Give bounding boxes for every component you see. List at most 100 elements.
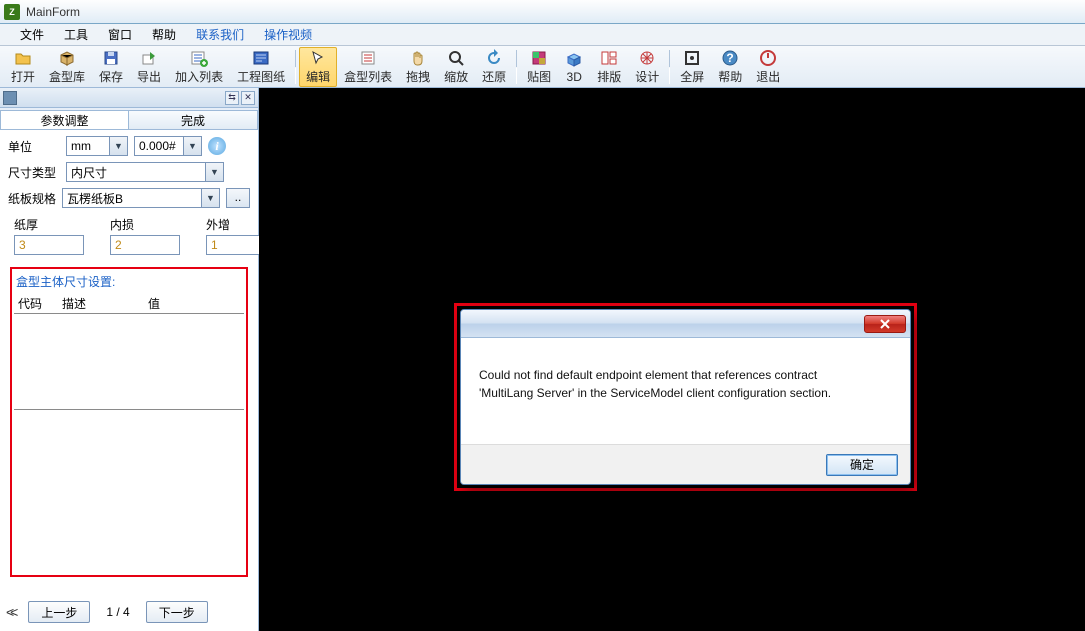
toolbar-help-button[interactable]: ?帮助	[711, 47, 749, 87]
toolbar-label: 导出	[137, 68, 161, 85]
toolbar-label: 设计	[635, 68, 659, 85]
thickness-label: 纸厚	[14, 216, 84, 233]
toolbar-fullscreen-button[interactable]: 全屏	[673, 47, 711, 87]
toolbar-label: 帮助	[718, 68, 742, 85]
tabs: 参数调整 完成	[0, 108, 258, 130]
toolbar-boxlist-button[interactable]: 盒型列表	[337, 47, 399, 87]
disk-icon	[102, 49, 120, 67]
board-select[interactable]	[62, 188, 202, 208]
panel-icon	[3, 91, 17, 105]
error-dialog: Could not find default endpoint element …	[460, 309, 911, 485]
toolbar-boxlib-button[interactable]: 盒型库	[42, 47, 92, 87]
toolbar-label: 盒型库	[49, 68, 85, 85]
chevron-down-icon[interactable]: ▼	[184, 136, 202, 156]
toolbar-label: 退出	[756, 68, 780, 85]
toolbar-label: 盒型列表	[344, 68, 392, 85]
zoom-icon	[447, 49, 465, 67]
help-icon: ?	[721, 49, 739, 67]
sidebar-header: ⇆ ✕	[0, 88, 258, 108]
wizard-first-icon[interactable]: <<	[6, 604, 18, 620]
toolbar-label: 还原	[482, 68, 506, 85]
toolbar-addlist-button[interactable]: 加入列表	[168, 47, 230, 87]
title-bar: Z MainForm	[0, 0, 1085, 24]
panel-pin-icon[interactable]: ⇆	[225, 91, 239, 105]
box-icon	[58, 49, 76, 67]
toolbar-3d-button[interactable]: 3D	[558, 47, 590, 87]
toolbar-engdraw-button[interactable]: 工程图纸	[230, 47, 292, 87]
viewport[interactable]: Could not find default endpoint element …	[259, 88, 1085, 631]
toolbar-label: 拖拽	[406, 68, 430, 85]
thickness-input[interactable]	[14, 235, 84, 255]
toolbar-label: 贴图	[527, 68, 551, 85]
texture-icon	[530, 49, 548, 67]
wizard-next-button[interactable]: 下一步	[146, 601, 208, 623]
addlist-icon	[190, 49, 208, 67]
board-label: 纸板规格	[8, 190, 56, 207]
toolbar-export-button[interactable]: 导出	[130, 47, 168, 87]
innerloss-label: 内损	[110, 216, 180, 233]
toolbar-restore-button[interactable]: 还原	[475, 47, 513, 87]
toolbar-edit-button[interactable]: 编辑	[299, 47, 337, 87]
layout-icon	[600, 49, 618, 67]
exit-icon	[759, 49, 777, 67]
dialog-titlebar[interactable]	[461, 310, 910, 338]
toolbar-separator	[295, 50, 296, 84]
chevron-down-icon[interactable]: ▼	[206, 162, 224, 182]
board-browse-button[interactable]: ..	[226, 188, 250, 208]
chevron-down-icon[interactable]: ▼	[110, 136, 128, 156]
cube-icon	[565, 51, 583, 69]
folder-icon	[14, 49, 32, 67]
wizard-prev-button[interactable]: 上一步	[28, 601, 90, 623]
dimtype-label: 尺寸类型	[8, 164, 60, 181]
toolbar-label: 加入列表	[175, 68, 223, 85]
toolbar-design-button[interactable]: 设计	[628, 47, 666, 87]
params-panel: 单位 ▼ ▼ i 尺寸类型 ▼ 纸板规格	[0, 130, 258, 577]
export-icon	[140, 49, 158, 67]
menu-window[interactable]: 窗口	[98, 26, 142, 43]
col-value: 值	[148, 295, 208, 312]
toolbar-label: 编辑	[306, 68, 330, 85]
menu-tools[interactable]: 工具	[54, 26, 98, 43]
fullscreen-icon	[683, 49, 701, 67]
menu-video[interactable]: 操作视频	[254, 26, 322, 43]
innerloss-input[interactable]	[110, 235, 180, 255]
dialog-line1: Could not find default endpoint element …	[479, 366, 892, 384]
toolbar-label: 全屏	[680, 68, 704, 85]
toolbar-texture-button[interactable]: 贴图	[520, 47, 558, 87]
toolbar-label: 工程图纸	[237, 68, 285, 85]
chevron-down-icon[interactable]: ▼	[202, 188, 220, 208]
dialog-ok-button[interactable]: 确定	[826, 454, 898, 476]
toolbar-label: 打开	[11, 68, 35, 85]
toolbar-exit-button[interactable]: 退出	[749, 47, 787, 87]
menu-contact[interactable]: 联系我们	[186, 26, 254, 43]
toolbar-separator	[516, 50, 517, 84]
dialog-footer: 确定	[461, 444, 910, 484]
panel-close-icon[interactable]: ✕	[241, 91, 255, 105]
toolbar-label: 缩放	[444, 68, 468, 85]
dimtype-select[interactable]	[66, 162, 206, 182]
design-icon	[638, 49, 656, 67]
toolbar-label: 3D	[567, 70, 582, 84]
tab-params[interactable]: 参数调整	[0, 110, 129, 129]
restore-icon	[485, 49, 503, 67]
toolbar-drag-button[interactable]: 拖拽	[399, 47, 437, 87]
info-icon[interactable]: i	[208, 137, 226, 155]
hand-icon	[409, 49, 427, 67]
close-icon[interactable]	[864, 315, 906, 333]
sidebar: ⇆ ✕ 参数调整 完成 单位 ▼ ▼ i 尺寸类型	[0, 88, 259, 631]
menu-help[interactable]: 帮助	[142, 26, 186, 43]
unit-select[interactable]	[66, 136, 110, 156]
toolbar-zoom-button[interactable]: 缩放	[437, 47, 475, 87]
toolbar-layout-button[interactable]: 排版	[590, 47, 628, 87]
format-select[interactable]	[134, 136, 184, 156]
col-code: 代码	[18, 295, 62, 312]
tab-done[interactable]: 完成	[129, 110, 258, 129]
toolbar-save-button[interactable]: 保存	[92, 47, 130, 87]
wizard-bar: << 上一步 1 / 4 下一步	[6, 599, 252, 625]
blueprint-icon	[252, 49, 270, 67]
toolbar-open-button[interactable]: 打开	[4, 47, 42, 87]
menu-file[interactable]: 文件	[10, 26, 54, 43]
toolbar-label: 保存	[99, 68, 123, 85]
unit-label: 单位	[8, 138, 60, 155]
cursor-icon	[309, 49, 327, 67]
